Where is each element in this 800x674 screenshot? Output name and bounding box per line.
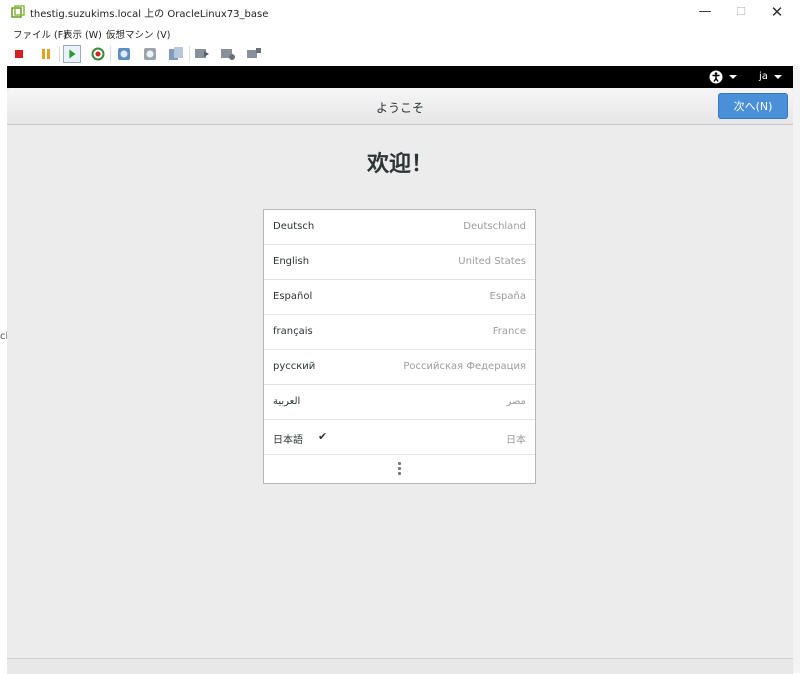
checkmark-icon: ✔ [318, 430, 328, 443]
window-title: thestig.suzukims.local 上の OracleLinux73_… [30, 9, 269, 20]
menu-view[interactable]: 表示 (W) [63, 27, 102, 41]
language-row-russian[interactable]: русский Российская Федерация [264, 350, 535, 385]
right-edge [793, 66, 800, 673]
snapshot-icon[interactable] [115, 45, 133, 63]
maximize-button[interactable]: ☐ [726, 2, 756, 22]
more-languages-button[interactable] [264, 454, 535, 484]
more-vertical-icon [398, 462, 401, 477]
menu-bar: ファイル (F) 表示 (W) 仮想マシン (V) [0, 24, 800, 42]
welcome-heading: 欢迎！ [366, 152, 433, 177]
menu-vm[interactable]: 仮想マシン (V) [106, 27, 170, 41]
language-name: русский [273, 361, 316, 372]
language-name: Deutsch [273, 221, 315, 232]
header-bar: ようこそ 次へ(N) [7, 88, 793, 125]
vmware-icon [11, 5, 25, 18]
language-region: Deutschland [463, 221, 526, 232]
console-icon[interactable] [193, 45, 211, 63]
accessibility-chevron-down-icon[interactable] [729, 75, 737, 79]
menu-file[interactable]: ファイル (F) [13, 27, 67, 41]
language-chevron-down-icon[interactable] [774, 75, 782, 79]
language-row-arabic[interactable]: العربية مصر [264, 385, 535, 420]
window-titlebar: thestig.suzukims.local 上の OracleLinux73_… [0, 0, 800, 25]
language-name: 日本語 [273, 435, 303, 446]
revert-snapshot-icon[interactable] [141, 45, 159, 63]
accessibility-icon[interactable] [709, 70, 723, 84]
left-edge: cl [0, 66, 8, 673]
stop-icon[interactable] [10, 45, 28, 63]
page-title: ようこそ [375, 101, 424, 115]
language-region: Российская Федерация [403, 361, 526, 372]
manage-snapshot-icon[interactable] [167, 45, 185, 63]
language-region: United States [458, 256, 526, 267]
language-region: مصر [506, 396, 526, 407]
reset-icon[interactable] [89, 45, 107, 63]
language-name: العربية [273, 396, 301, 407]
toolbar [0, 42, 800, 66]
language-list: Deutsch Deutschland English United State… [263, 209, 536, 484]
close-button[interactable]: ✕ [762, 2, 792, 22]
language-row-japanese[interactable]: 日本語 ✔ 日本 [264, 420, 535, 455]
language-region: France [492, 326, 526, 337]
guest-screen[interactable]: ja ようこそ 次へ(N) 欢迎！ Deutsch Deutschland En… [7, 66, 793, 674]
minimize-button[interactable]: — [690, 2, 720, 22]
gnome-top-bar: ja [7, 66, 793, 88]
language-name: Español [273, 291, 313, 302]
language-row-espanol[interactable]: Español España [264, 280, 535, 315]
bottom-bar [7, 658, 793, 674]
toolbar-separator [59, 46, 60, 62]
language-region: España [489, 291, 526, 302]
language-name: English [273, 256, 310, 267]
input-language-indicator[interactable]: ja [759, 71, 768, 82]
settings-icon[interactable] [219, 45, 237, 63]
pause-icon[interactable] [37, 45, 55, 63]
language-name: français [273, 326, 313, 337]
toolbar-separator [110, 46, 111, 62]
next-button[interactable]: 次へ(N) [718, 93, 788, 119]
send-keys-icon[interactable] [245, 45, 263, 63]
toolbar-separator [189, 46, 190, 62]
language-region: 日本 [506, 435, 526, 446]
play-icon[interactable] [63, 45, 81, 63]
language-row-deutsch[interactable]: Deutsch Deutschland [264, 210, 535, 245]
language-row-francais[interactable]: français France [264, 315, 535, 350]
language-row-english[interactable]: English United States [264, 245, 535, 280]
